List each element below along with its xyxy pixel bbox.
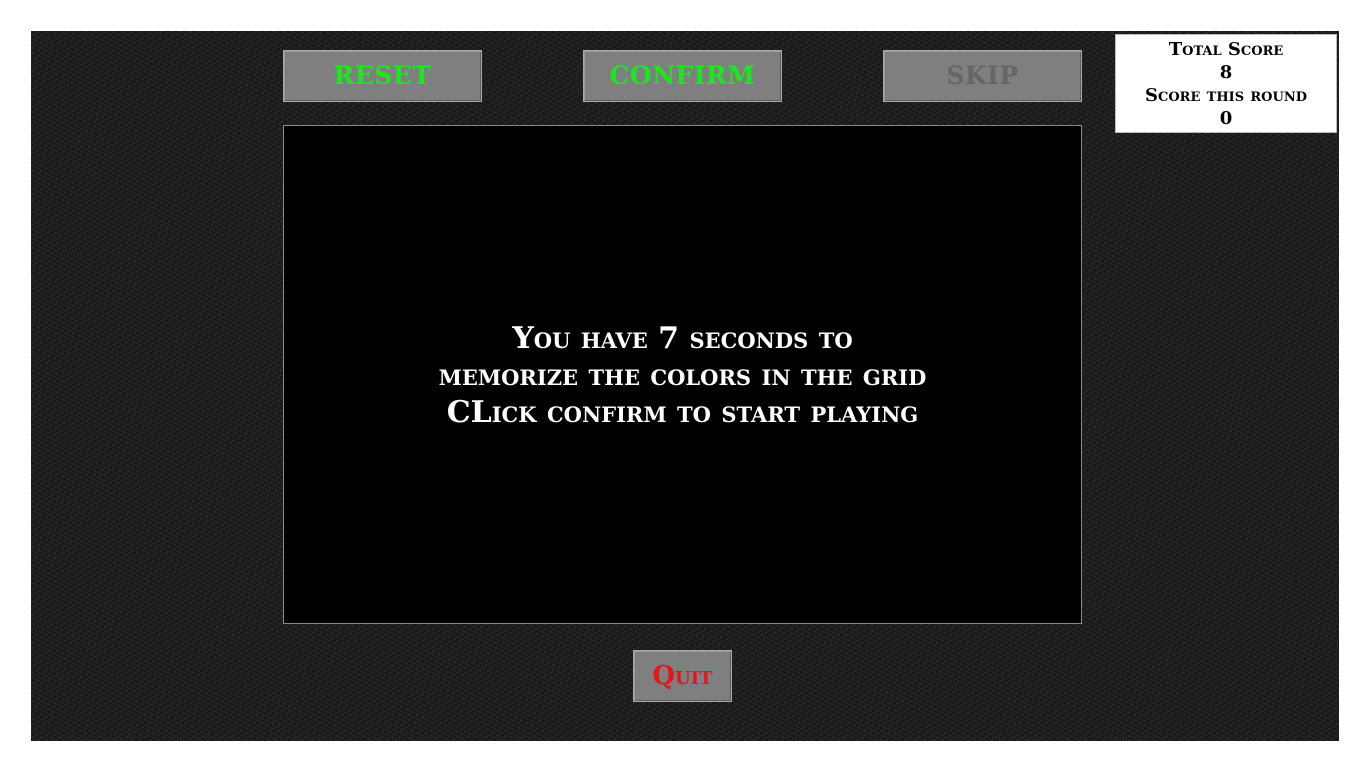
reset-button[interactable]: RESET xyxy=(283,50,482,102)
total-score-value: 8 xyxy=(1219,62,1233,83)
round-score-value: 0 xyxy=(1219,108,1233,129)
instruction-line: You have 7 seconds to xyxy=(512,321,853,356)
instruction-line: CLick confirm to start playing xyxy=(446,395,919,430)
skip-button[interactable]: SKIP xyxy=(883,50,1082,102)
color-grid[interactable]: You have 7 seconds to memorize the color… xyxy=(283,125,1082,624)
round-score-label: Score this round xyxy=(1145,85,1307,106)
confirm-button[interactable]: CONFIRM xyxy=(583,50,782,102)
total-score-label: Total Score xyxy=(1168,39,1284,60)
score-panel: Total Score 8 Score this round 0 xyxy=(1115,34,1337,133)
instruction-message: You have 7 seconds to memorize the color… xyxy=(284,320,1081,431)
instruction-line: memorize the colors in the grid xyxy=(438,358,927,393)
quit-button[interactable]: Quit xyxy=(633,650,732,702)
game-window: RESET CONFIRM SKIP Total Score 8 Score t… xyxy=(31,31,1339,741)
